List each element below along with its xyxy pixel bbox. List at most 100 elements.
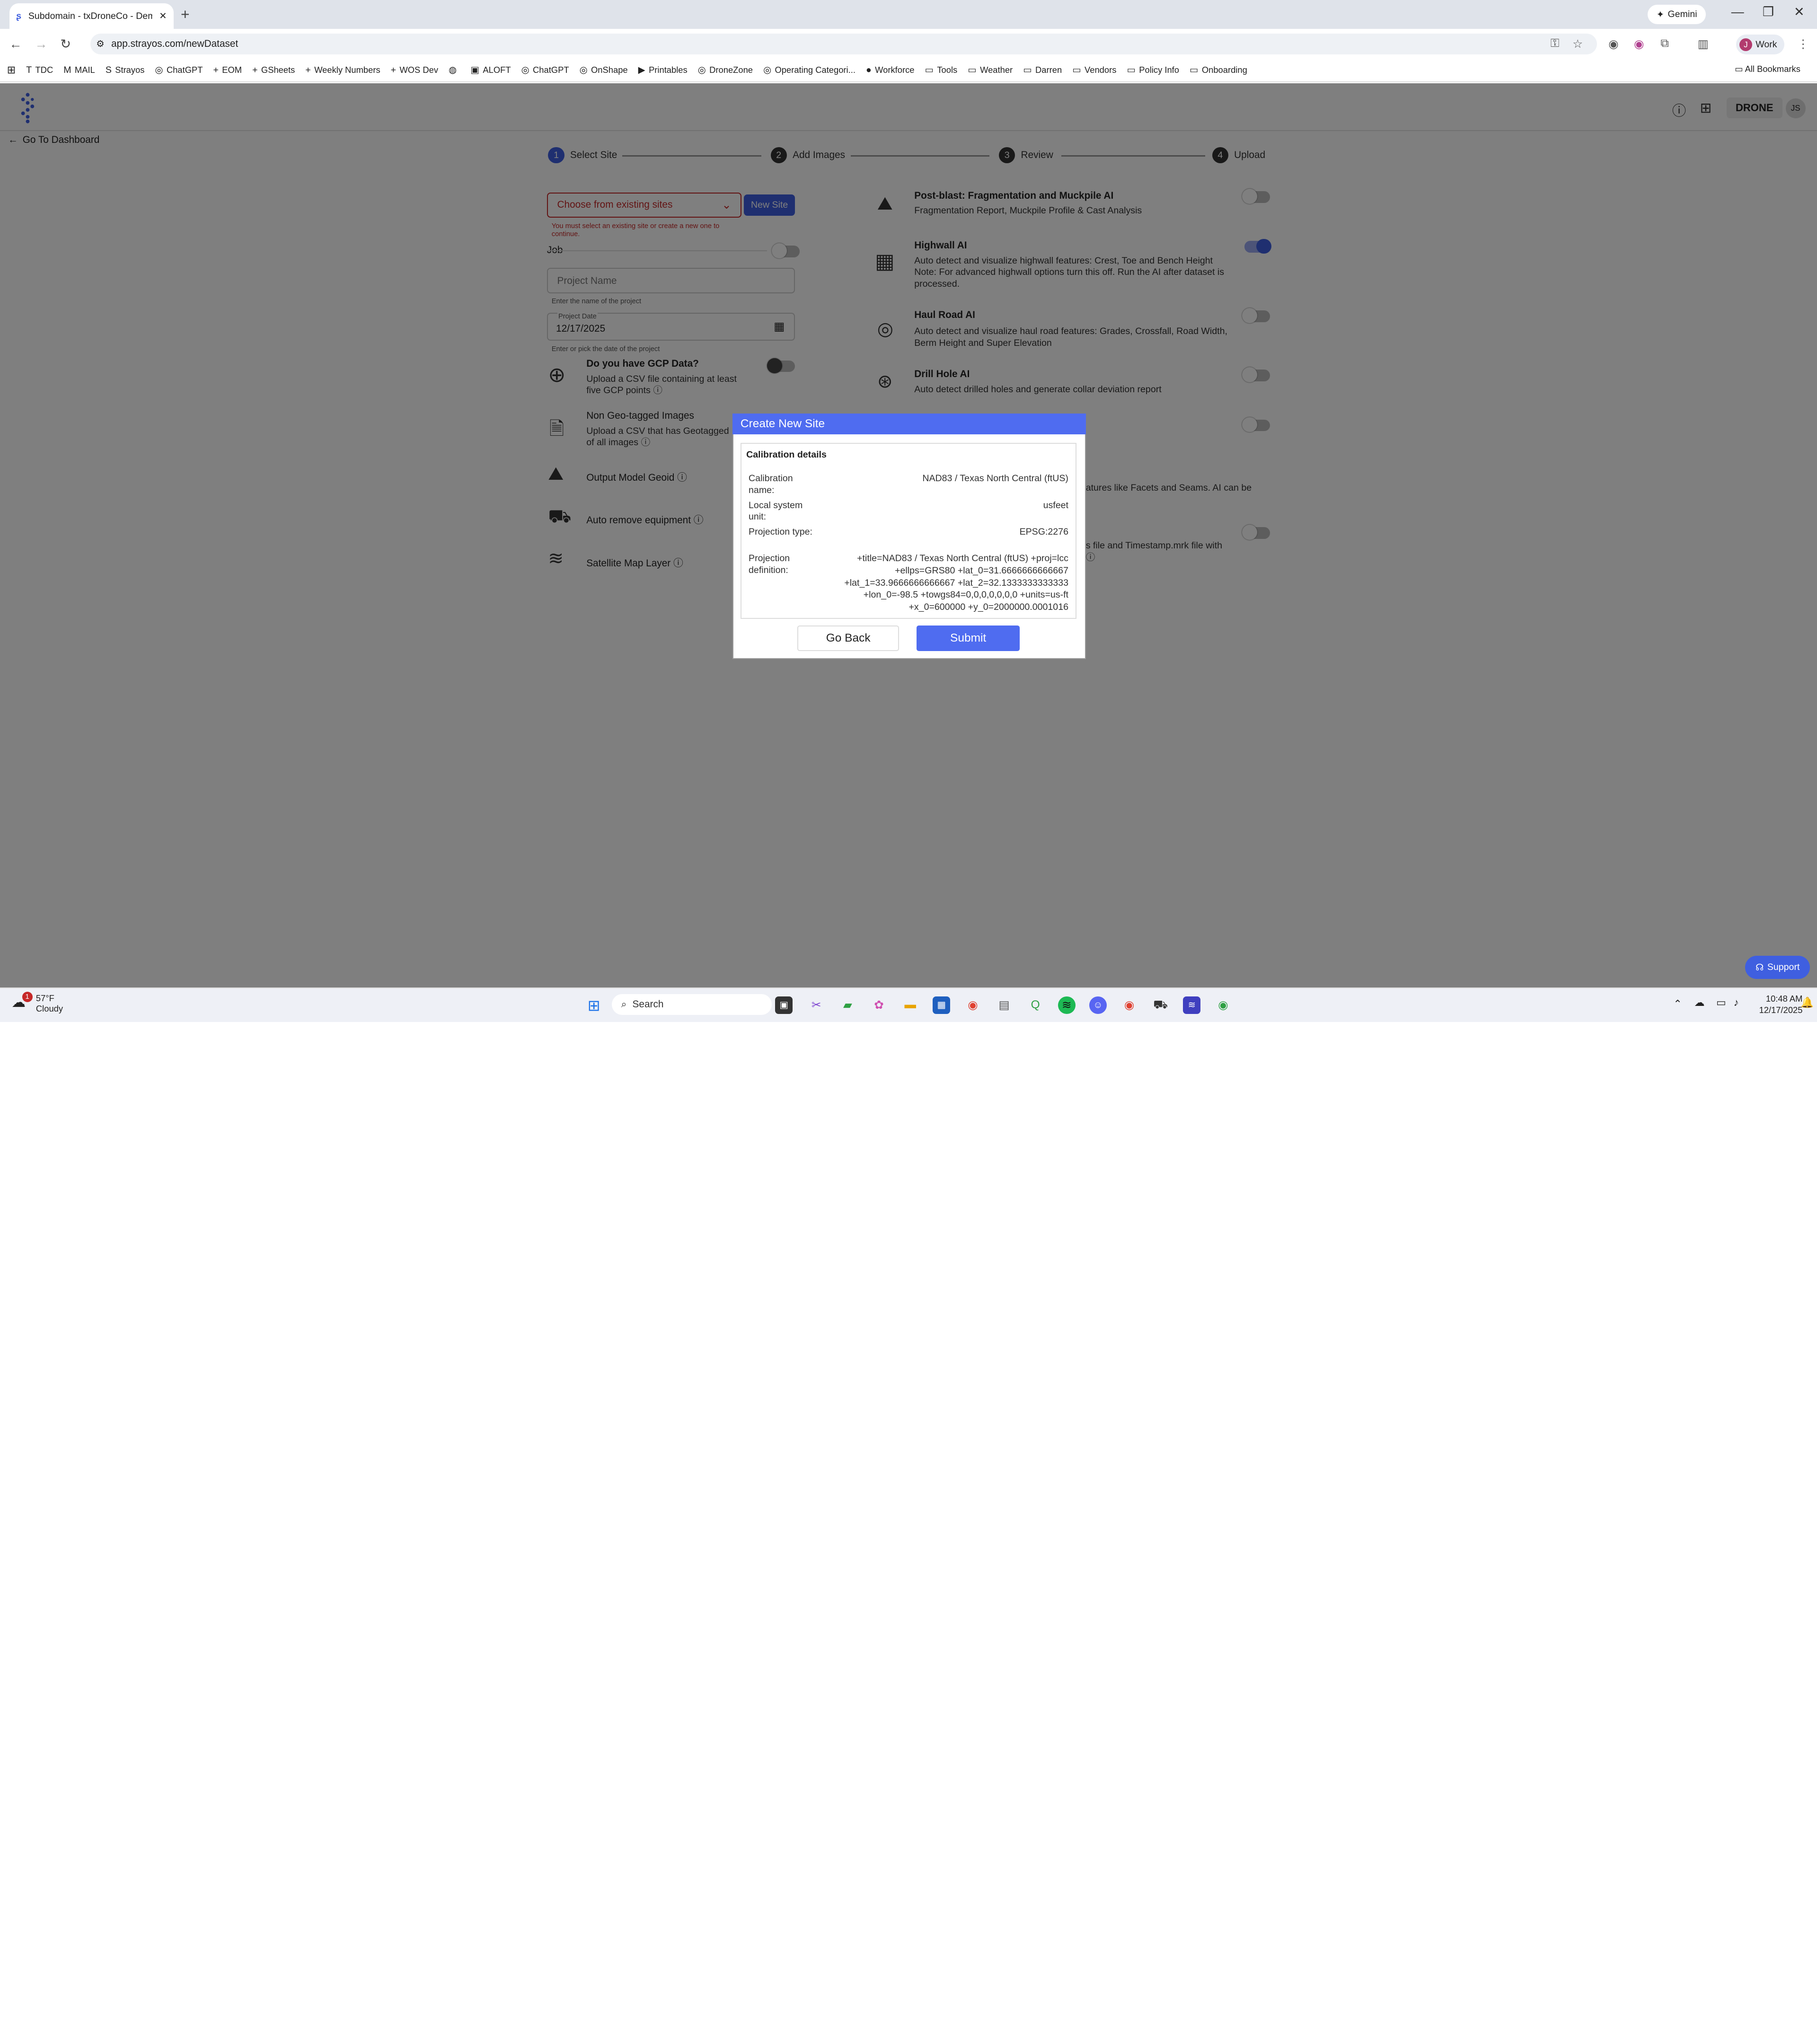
apps-grid-icon[interactable]: ⊞ (7, 64, 16, 76)
bookmark-item[interactable]: ◎ Operating Categori... (763, 64, 856, 76)
calibration-title: Calibration details (746, 449, 827, 460)
app-icon[interactable]: ▰ (839, 996, 856, 1014)
profile-button[interactable]: J Work (1736, 35, 1785, 55)
weather-widget[interactable]: 57°F Cloudy (36, 993, 63, 1014)
bookmark-icon: ◎ (521, 65, 529, 76)
address-bar[interactable]: ⚙ app.strayos.com/newDataset (90, 34, 1597, 55)
bookmark-item[interactable]: ◎ OnShape (580, 64, 628, 76)
chrome-profile-2-icon[interactable]: ◉ (1215, 996, 1232, 1014)
browser-tab[interactable]: ʂ Subdomain - txDroneCo - Dem ✕ (9, 3, 174, 29)
bookmark-icon: ◎ (697, 65, 706, 76)
profile-label: Work (1755, 39, 1777, 50)
projection-definition-label: Projection definition: (749, 553, 790, 575)
bookmark-item[interactable]: ◎ ChatGPT (521, 64, 569, 76)
bookmark-item[interactable]: ▭ Vendors (1072, 64, 1116, 76)
bookmark-item[interactable]: + EOM (213, 65, 242, 76)
bookmark-label: Tools (937, 65, 958, 75)
bookmark-label: Weather (980, 65, 1013, 75)
notifications-icon[interactable]: 🔔 (1801, 996, 1814, 1009)
bookmark-star-icon[interactable]: ☆ (1572, 37, 1583, 51)
qgis-icon[interactable]: Q (1027, 996, 1044, 1014)
bookmark-item[interactable]: ◎ ChatGPT (155, 64, 203, 76)
chrome-icon[interactable]: ◉ (964, 996, 982, 1014)
network-icon[interactable]: ▭ (1716, 996, 1726, 1009)
file-explorer-icon[interactable]: ▬ (901, 996, 919, 1014)
headset-icon: ☊ (1755, 962, 1764, 973)
close-tab-icon[interactable]: ✕ (159, 10, 167, 22)
bookmark-item[interactable]: S Strayos (106, 65, 145, 76)
bookmark-item[interactable]: ▭ Policy Info (1127, 64, 1179, 76)
chevron-up-icon[interactable]: ⌃ (1673, 998, 1682, 1010)
new-tab-button[interactable]: + (181, 6, 190, 23)
gemini-button[interactable]: ✦ Gemini (1648, 4, 1706, 25)
bookmark-item[interactable]: T TDC (26, 65, 53, 76)
bookmark-item[interactable]: ▭ Onboarding (1190, 64, 1247, 76)
task-view-icon[interactable]: ▣ (775, 996, 793, 1014)
projection-definition-value: +title=NAD83 / Texas North Central (ftUS… (844, 553, 1068, 613)
onedrive-icon[interactable]: ☁ (1694, 996, 1704, 1009)
store-icon[interactable]: ▦ (933, 996, 951, 1014)
password-key-icon[interactable]: ⚿ (1551, 37, 1560, 50)
bookmark-item[interactable]: ◎ DroneZone (698, 64, 753, 76)
bookmark-item[interactable]: M MAIL (63, 65, 95, 76)
app-2-icon[interactable]: ⛟ (1152, 996, 1169, 1014)
bookmark-label: Operating Categori... (775, 65, 856, 75)
calculator-icon[interactable]: ▤ (996, 996, 1013, 1014)
bookmark-icon: ◎ (579, 65, 588, 76)
back-arrow-icon[interactable]: ← (9, 37, 22, 52)
bookmark-item[interactable]: + Weekly Numbers (305, 65, 380, 76)
chrome-profile-icon[interactable]: ◉ (1120, 996, 1138, 1014)
copilot-icon[interactable]: ✿ (870, 996, 888, 1014)
bookmark-item[interactable]: ▣ ALOFT (471, 64, 511, 76)
system-unit-label: Local system unit: (749, 500, 803, 522)
clock[interactable]: 10:48 AM 12/17/2025 (1759, 993, 1803, 1016)
side-panel-icon[interactable]: ▥ (1698, 37, 1709, 51)
site-info-icon[interactable]: ⚙ (96, 38, 105, 50)
bookmark-item[interactable]: ◍ (449, 64, 460, 76)
volume-icon[interactable]: ♪ (1734, 996, 1739, 1009)
bookmark-icon: ◎ (155, 65, 163, 76)
puzzle-extensions-icon[interactable]: ⧉ (1660, 37, 1668, 50)
projection-type-label: Projection type: (749, 526, 812, 537)
bookmark-item[interactable]: ▭ Weather (968, 64, 1013, 76)
strayos-favicon-icon: ʂ (16, 10, 22, 21)
chrome-menu-icon[interactable]: ⋮ (1797, 37, 1808, 51)
bookmark-icon: ▭ (968, 65, 977, 76)
bookmark-label: Workforce (875, 65, 915, 75)
bookmark-icon: M (63, 64, 71, 75)
bookmark-item[interactable]: ▭ Darren (1023, 64, 1062, 76)
bookmark-label: Printables (649, 65, 688, 75)
windows-start-icon[interactable]: ⊞ (585, 996, 603, 1014)
all-bookmarks[interactable]: ▭ All Bookmarks (1735, 64, 1800, 74)
taskbar-search[interactable]: ⌕ Search (612, 994, 772, 1015)
weather-temp: 57°F (35, 993, 54, 1003)
search-icon: ⌕ (621, 999, 627, 1010)
snipping-tool-icon[interactable]: ✂ (808, 996, 825, 1014)
forward-arrow-icon[interactable]: → (35, 37, 47, 52)
bookmark-item[interactable]: ▶ Printables (638, 64, 688, 76)
submit-button[interactable]: Submit (917, 626, 1020, 652)
restore-icon[interactable]: ❐ (1763, 5, 1774, 19)
bookmark-item[interactable]: + GSheets (252, 65, 295, 76)
extension-2-icon[interactable]: ◉ (1634, 37, 1644, 51)
all-bookmarks-label: All Bookmarks (1745, 63, 1800, 74)
bookmark-item[interactable]: + WOS Dev (391, 65, 438, 76)
bookmark-item[interactable]: ● Workforce (866, 65, 915, 76)
discord-icon[interactable]: ☺ (1089, 996, 1107, 1014)
bookmark-label: ChatGPT (166, 65, 203, 75)
bookmark-item[interactable]: ▭ Tools (925, 64, 958, 76)
bookmark-label: Policy Info (1139, 65, 1179, 75)
extension-icon[interactable]: ◉ (1608, 37, 1618, 51)
time: 10:48 AM (1765, 993, 1803, 1004)
bookmark-label: Darren (1035, 65, 1062, 75)
app-3-icon[interactable]: ≋ (1183, 996, 1201, 1014)
bookmark-icon: ▶ (638, 65, 645, 76)
spotify-icon[interactable]: ≋ (1058, 996, 1076, 1014)
go-back-button[interactable]: Go Back (797, 626, 900, 652)
close-window-icon[interactable]: ✕ (1794, 5, 1805, 19)
minimize-icon[interactable]: — (1731, 5, 1744, 19)
bookmark-icon: ▣ (470, 65, 480, 76)
reload-icon[interactable]: ↻ (60, 37, 71, 52)
support-button[interactable]: ☊ Support (1745, 956, 1810, 979)
bookmark-label: GSheets (261, 65, 295, 75)
